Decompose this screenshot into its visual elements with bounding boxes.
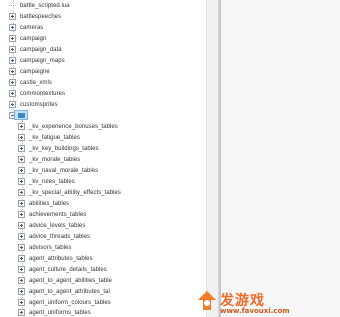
tree-item-label: advice_threads_tables: [29, 233, 91, 240]
tree-item-label: campaign_data: [20, 46, 62, 53]
expand-icon[interactable]: [18, 233, 25, 240]
tree-item-label: achievements_tables: [29, 211, 87, 218]
tree-item-label: battlespeeches: [20, 13, 62, 20]
vertical-scrollbar[interactable]: [206, 0, 219, 317]
tree-child-item[interactable]: advisors_tables: [18, 242, 71, 253]
tree-item-label: _kv_key_buildings_tables: [29, 145, 99, 152]
tree-child-item[interactable]: agent_uniforms_tables: [18, 307, 91, 317]
tree-item-label: campaign: [20, 35, 47, 42]
tree-item-label: advisors_tables: [29, 244, 72, 251]
expand-icon[interactable]: [18, 134, 25, 141]
tree-branch-line: [9, 4, 16, 7]
tree-item-label: abilities_tables: [29, 200, 70, 207]
tree-item-label: agent_to_agent_abilities_table: [29, 277, 112, 284]
content-pane: [221, 0, 340, 317]
expand-icon[interactable]: [9, 13, 16, 20]
tree-child-item[interactable]: agent_culture_details_tables: [18, 264, 107, 275]
tree-child-item[interactable]: achievements_tables: [18, 209, 86, 220]
expand-icon[interactable]: [18, 211, 25, 218]
tree-item-label: _kv_experience_bonuses_tables: [29, 123, 118, 130]
tree-item[interactable]: cameras: [9, 22, 43, 33]
expand-icon[interactable]: [9, 46, 16, 53]
tree-item-label: castle_xmls: [20, 79, 52, 86]
tree-item-label: cameras: [20, 24, 44, 31]
expand-icon[interactable]: [18, 299, 25, 306]
expand-icon[interactable]: [18, 244, 25, 251]
watermark-url: www.favouxi.com: [220, 307, 290, 315]
expand-icon[interactable]: [18, 167, 25, 174]
tree-child-item[interactable]: _kv_special_ability_effects_tables: [18, 187, 121, 198]
tree-child-item[interactable]: _kv_key_buildings_tables: [18, 143, 99, 154]
tree-child-item[interactable]: advice_threads_tables: [18, 231, 90, 242]
tree-child-item[interactable]: _kv_naval_morale_tables: [18, 165, 98, 176]
tree-child-item[interactable]: agent_to_agent_attributes_tal: [18, 286, 110, 297]
tree-item-label: campaigne: [20, 68, 50, 75]
tree-item[interactable]: customsprites: [9, 99, 58, 110]
expand-icon[interactable]: [18, 288, 25, 295]
tree-item-label: agent_attributes_tables: [29, 255, 93, 262]
expand-icon[interactable]: [9, 57, 16, 64]
tree-item-label: agent_to_agent_attributes_tal: [29, 288, 110, 295]
tree-item-label: _kv_morale_tables: [29, 156, 81, 163]
expand-icon[interactable]: [9, 24, 16, 31]
tree-child-item[interactable]: _kv_experience_bonuses_tables: [18, 121, 118, 132]
tree-child-item[interactable]: abilities_tables: [18, 198, 69, 209]
tree-child-item[interactable]: _kv_rules_tables: [18, 176, 75, 187]
tree-item[interactable]: campaign_maps: [9, 55, 65, 66]
expand-icon[interactable]: [18, 178, 25, 185]
tree-child-item[interactable]: _kv_fatigue_tables: [18, 132, 80, 143]
tree-item[interactable]: battlespeeches: [9, 11, 61, 22]
tree-item[interactable]: castle_xmls: [9, 77, 52, 88]
tree-item-label: agent_uniform_colours_tables: [29, 299, 111, 306]
expand-icon[interactable]: [18, 145, 25, 152]
tree-item[interactable]: campaigne: [9, 66, 50, 77]
watermark-logo-icon: [198, 291, 216, 310]
tree-child-item[interactable]: agent_attributes_tables: [18, 253, 93, 264]
tree-item[interactable]: campaign_data: [9, 44, 62, 55]
expand-icon[interactable]: [18, 200, 25, 207]
expand-icon[interactable]: [18, 309, 25, 316]
tree-item-label: _kv_fatigue_tables: [29, 134, 80, 141]
expand-icon[interactable]: [18, 222, 25, 229]
expand-icon[interactable]: [9, 79, 16, 86]
expand-icon[interactable]: [9, 101, 16, 108]
tree-item[interactable]: campaign: [9, 33, 46, 44]
tree-item-label: customsprites: [20, 101, 58, 108]
tree-child-item[interactable]: _kv_morale_tables: [18, 154, 80, 165]
tree-item-label: advice_levels_tables: [29, 222, 86, 229]
tree-item-label: commontextures: [20, 90, 66, 97]
tree-item-label: _kv_special_ability_effects_tables: [29, 189, 121, 196]
tree-item[interactable]: commontextures: [9, 88, 65, 99]
selected-folder-icon[interactable]: [14, 110, 28, 120]
expand-icon[interactable]: [9, 90, 16, 97]
file-tree-pane[interactable]: battle_scripted.lua battlespeeches camer…: [0, 0, 206, 317]
folder-icon: [18, 113, 25, 118]
tree-item-label: campaign_maps: [20, 57, 65, 64]
expand-icon[interactable]: [18, 277, 25, 284]
tree-child-item[interactable]: advice_levels_tables: [18, 220, 85, 231]
tree-item-label: battle_scripted.lua: [20, 2, 70, 9]
site-watermark: 发游戏 www.favouxi.com: [196, 290, 328, 316]
expand-icon[interactable]: [9, 35, 16, 42]
expand-icon[interactable]: [18, 266, 25, 273]
expand-icon[interactable]: [18, 189, 25, 196]
expand-icon[interactable]: [18, 255, 25, 262]
expand-icon[interactable]: [9, 68, 16, 75]
tree-item[interactable]: battle_scripted.lua: [9, 0, 70, 11]
tree-item-label: _kv_rules_tables: [29, 178, 75, 185]
tree-child-item[interactable]: agent_to_agent_abilities_table: [18, 275, 112, 286]
expand-icon[interactable]: [18, 156, 25, 163]
tree-item-label: _kv_naval_morale_tables: [29, 167, 99, 174]
tree-item-label: agent_culture_details_tables: [29, 266, 107, 273]
tree-item-label: agent_uniforms_tables: [29, 309, 91, 316]
expand-icon[interactable]: [18, 123, 25, 130]
